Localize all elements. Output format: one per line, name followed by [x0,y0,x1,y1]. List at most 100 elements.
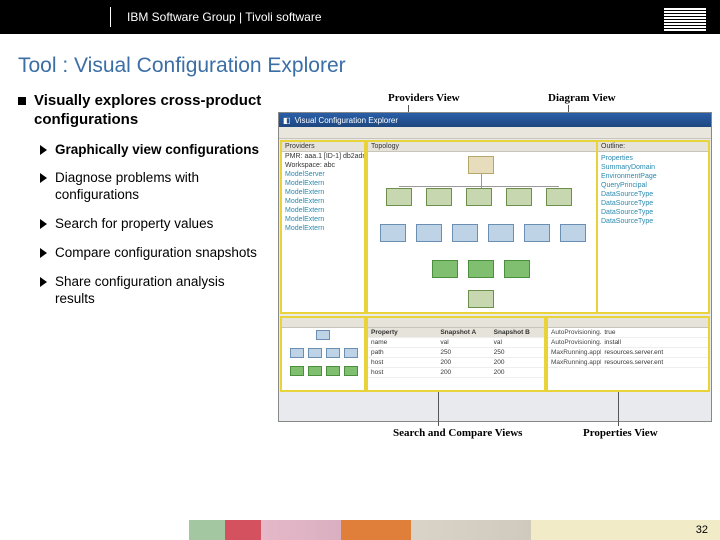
callout-properties: Properties View [583,427,658,439]
pane-title [548,318,708,328]
node [416,224,442,242]
node [506,188,532,206]
node [560,224,586,242]
prop-val: install [601,338,708,348]
footer-bar [0,520,720,540]
providers-pane: Providers PMR: aaa.1 [ID-1] db2admin Wor… [281,141,365,313]
tree-row: ModelExtern [282,197,364,206]
tree-row: DataSourceType [598,217,708,226]
pane-title [368,318,544,328]
properties-pane: AutoProvisioning.supported true AutoProv… [547,317,709,391]
outline-pane: Outline: AS_Pm_R_01_WSSProperties Proper… [597,141,709,313]
callout-line [618,392,619,426]
main-bullet-text: Visually explores cross-product configur… [34,92,268,130]
node [386,188,412,206]
connector [399,186,559,187]
callout-search: Search and Compare Views [393,427,522,439]
prop-val: true [601,328,708,338]
tree-row: DataSourceType [598,190,708,199]
sub-bullet-text: Graphically view configurations [55,142,259,159]
ibm-logo [664,8,706,26]
cell: 200 [491,368,544,378]
sub-bullet-text: Compare configuration snapshots [55,245,257,262]
search-compare-pane: Property Snapshot A Snapshot B name val … [367,317,545,391]
cell: name [368,338,437,348]
cell: 250 [437,348,490,358]
node [380,224,406,242]
cell: val [491,338,544,348]
app-titlebar: ◧ Visual Configuration Explorer [279,113,711,127]
pane-title: Outline: AS_Pm_R_01_WSSProperties [598,142,708,152]
bullets-column: Visually explores cross-product configur… [18,92,268,320]
callout-diagram: Diagram View [548,92,616,104]
window-icon: ◧ [283,116,291,125]
arrow-icon [40,173,47,183]
tree-row: DataSourceType [598,208,708,217]
prop-key: MaxRunning.applied.CrossThreads [548,348,601,358]
sub-bullet: Diagnose problems with configurations [40,170,268,204]
tree-row: EnvironmentPage [598,172,708,181]
cell: host [368,358,437,368]
cell: 200 [437,368,490,378]
header-bar: IBM Software Group | Tivoli software [0,0,720,34]
screenshot-column: Providers View Diagram View ◧ Visual Con… [278,92,712,320]
tree-row: Properties [598,154,708,163]
header-divider [110,7,111,27]
tree: PMR: aaa.1 [ID-1] db2admin Workspace: ab… [282,152,364,233]
node [466,188,492,206]
arrow-icon [40,248,47,258]
tree-row: DataSourceType [598,199,708,208]
mini-node [308,366,322,376]
node [468,156,494,174]
bullet-square-icon [18,97,26,105]
header-label: IBM Software Group | Tivoli software [127,10,322,24]
tree-row: ModelExtern [282,215,364,224]
sub-bullet: Share configuration analysis results [40,274,268,308]
properties-table: AutoProvisioning.supported true AutoProv… [548,328,708,368]
callout-line [438,392,439,426]
tree-row: ModelExtern [282,179,364,188]
prop-key: AutoProvisioning.applicationFolder [548,338,601,348]
mini-node [308,348,322,358]
cell: host [368,368,437,378]
mini-tree [284,328,362,388]
mini-node [344,366,358,376]
mini-node [326,366,340,376]
header-text: IBM Software Group | Tivoli software [110,7,322,27]
tree-row: PMR: aaa.1 [ID-1] db2admin [282,152,364,161]
app-title: Visual Configuration Explorer [295,116,398,125]
node [468,290,494,308]
sub-bullet: Search for property values [40,216,268,233]
main-bullet: Visually explores cross-product configur… [18,92,268,130]
callout-providers: Providers View [388,92,460,104]
diagram-pane: Topology [367,141,597,313]
tree-row: QueryPrincipal [598,181,708,190]
mini-node [326,348,340,358]
tree-row: ModelExtern [282,206,364,215]
tree-row: ModelExtern [282,224,364,233]
prop-val: resources.server.ent [601,358,708,368]
tree-row: ModelExtern [282,188,364,197]
diagram-canvas [368,152,596,312]
arrow-icon [40,145,47,155]
app-toolbar [279,127,711,139]
mini-node [290,348,304,358]
tree-row: SummaryDomain [598,163,708,172]
cell: path [368,348,437,358]
outline-list: Properties SummaryDomain EnvironmentPage… [598,152,708,226]
table-header: Snapshot A [437,328,490,338]
pane-title [282,318,364,328]
node [524,224,550,242]
page-title: Tool : Visual Configuration Explorer [18,54,720,78]
node [452,224,478,242]
node [546,188,572,206]
table-header: Property [368,328,437,338]
sub-bullet-text: Share configuration analysis results [55,274,268,308]
arrow-icon [40,219,47,229]
app-window: ◧ Visual Configuration Explorer Provider… [278,112,712,422]
sub-bullet-text: Search for property values [55,216,213,233]
mini-node [290,366,304,376]
node [432,260,458,278]
cell: 200 [491,358,544,368]
mini-topology-pane [281,317,365,391]
